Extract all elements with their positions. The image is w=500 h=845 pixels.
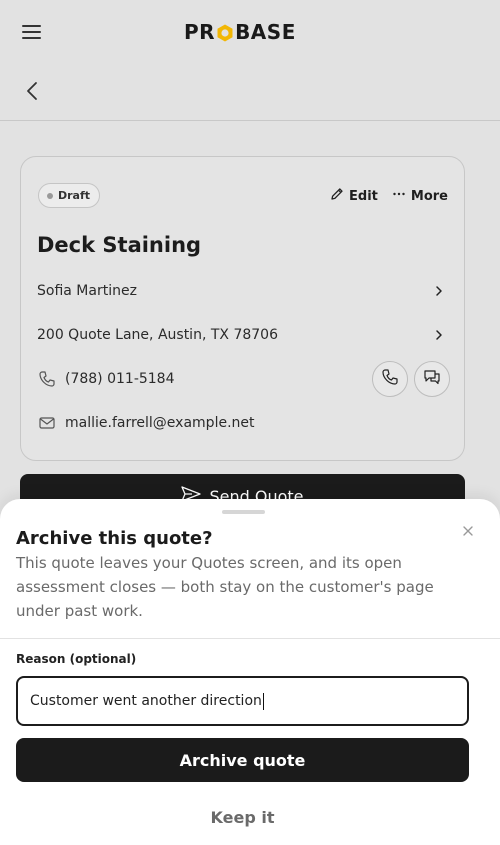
sheet-grabber[interactable] <box>222 510 265 514</box>
chevron-right-icon <box>432 328 446 346</box>
call-button[interactable] <box>372 361 408 397</box>
archive-bottom-sheet: Archive this quote? This quote leaves yo… <box>0 499 500 845</box>
reason-label: Reason (optional) <box>16 652 137 666</box>
reason-input[interactable]: Customer went another direction <box>16 676 469 726</box>
customer-name: Sofia Martinez <box>37 283 137 299</box>
sheet-title: Archive this quote? <box>16 528 213 549</box>
quote-card: Draft Edit More Deck Staining Sofia Mart… <box>20 156 465 461</box>
customer-address: 200 Quote Lane, Austin, TX 78706 <box>37 327 278 343</box>
navigation-bar <box>0 62 500 121</box>
customer-phone: (788) 011-5184 <box>65 371 175 387</box>
close-icon[interactable] <box>460 523 476 539</box>
probase-logo: PR BASE <box>184 20 296 44</box>
pencil-icon <box>330 187 344 205</box>
hamburger-icon[interactable] <box>22 24 42 40</box>
sheet-divider <box>0 638 500 639</box>
phone-row: (788) 011-5184 <box>37 361 450 397</box>
keep-it-button[interactable]: Keep it <box>16 799 469 835</box>
reason-input-value: Customer went another direction <box>30 693 262 709</box>
customer-email: mallie.farrell@example.net <box>65 415 255 431</box>
edit-button[interactable]: Edit <box>330 187 378 205</box>
status-dot-icon <box>47 192 53 199</box>
text-caret <box>262 692 264 710</box>
status-badge: Draft <box>38 183 101 208</box>
top-bar: PR BASE <box>0 0 500 62</box>
message-button[interactable] <box>414 361 450 397</box>
customer-row[interactable]: Sofia Martinez <box>37 279 448 303</box>
status-badge-label: Draft <box>58 189 91 202</box>
email-row[interactable]: mallie.farrell@example.net <box>37 411 448 435</box>
card-actions: Edit More <box>330 187 448 205</box>
archive-quote-button[interactable]: Archive quote <box>16 738 469 782</box>
mail-icon <box>37 413 57 433</box>
more-label: More <box>410 188 448 204</box>
edit-label: Edit <box>349 188 378 204</box>
phone-icon <box>381 368 399 390</box>
sheet-description: This quote leaves your Quotes screen, an… <box>16 554 434 620</box>
ellipsis-icon <box>392 187 406 205</box>
chevron-left-icon[interactable] <box>22 80 44 102</box>
chevron-right-icon <box>432 284 446 302</box>
more-button[interactable]: More <box>392 187 448 205</box>
chat-bubbles-icon <box>423 368 441 390</box>
address-row[interactable]: 200 Quote Lane, Austin, TX 78706 <box>37 323 448 347</box>
logo-hexagon-icon <box>216 23 234 42</box>
phone-icon <box>37 369 57 389</box>
quote-title: Deck Staining <box>37 233 202 257</box>
